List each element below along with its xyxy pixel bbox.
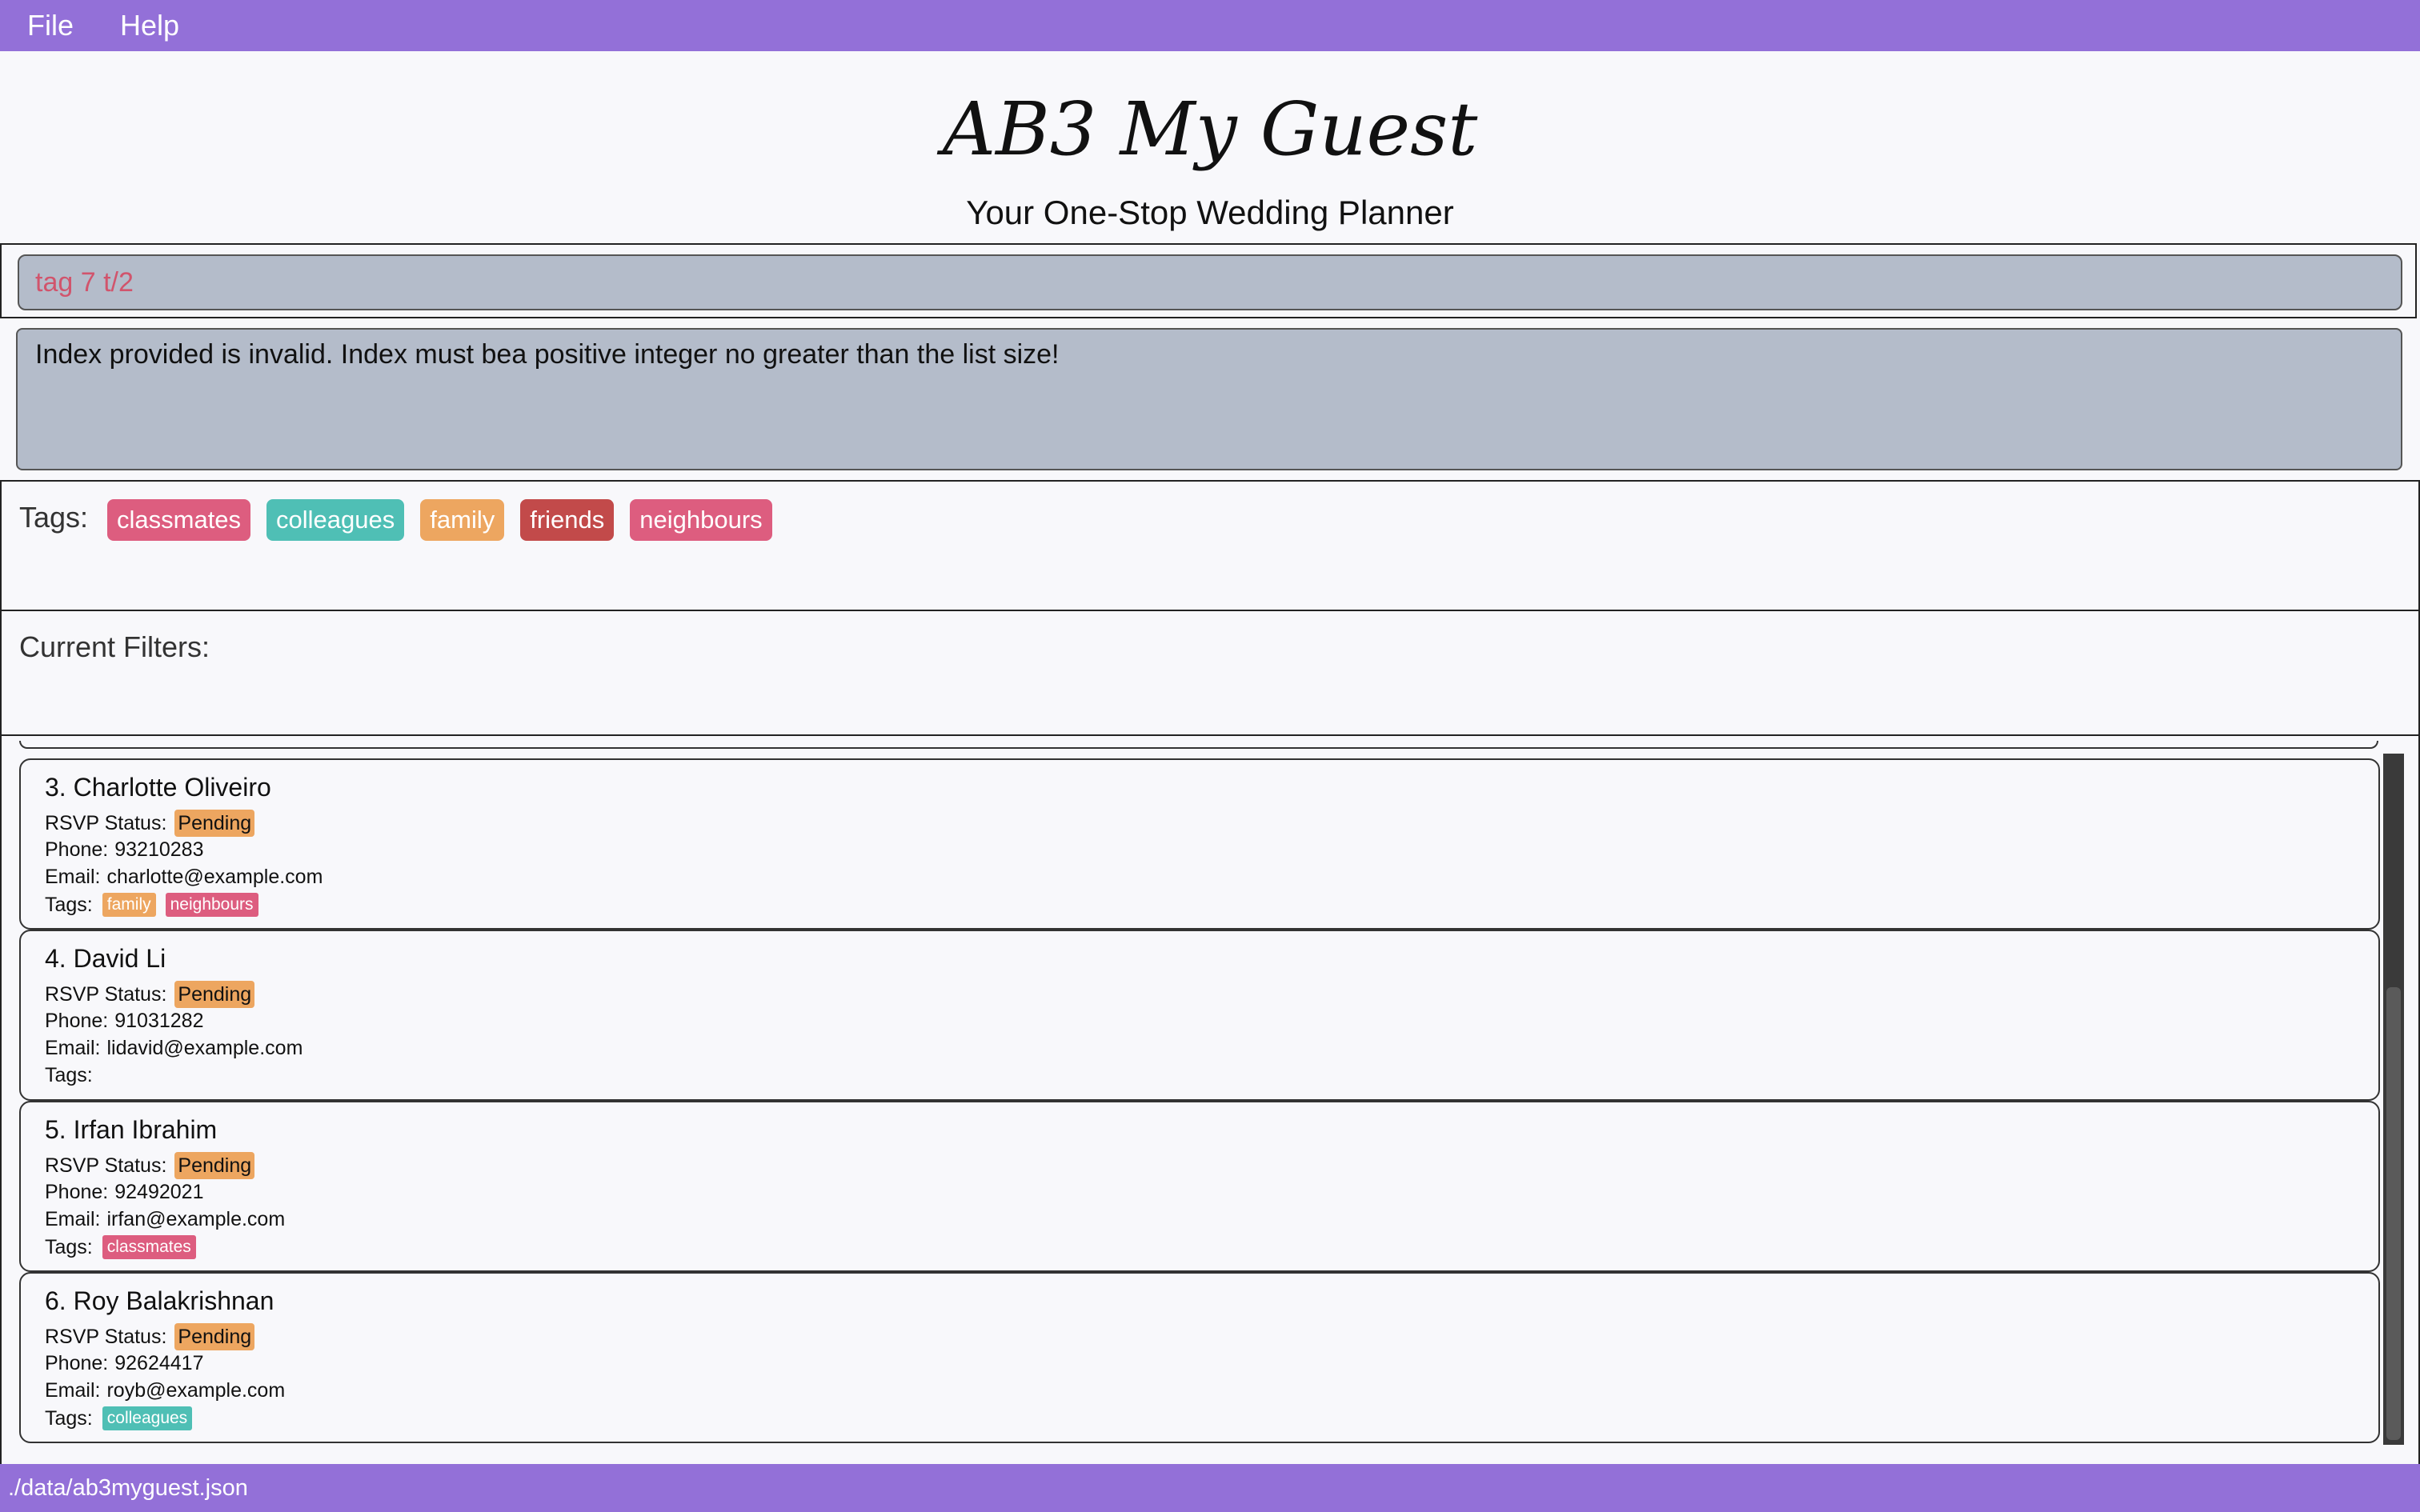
tag-chip-colleagues[interactable]: colleagues xyxy=(266,499,405,541)
filters-panel: Current Filters: xyxy=(0,610,2420,736)
tags-panel: Tags: classmates colleagues family friends n… xyxy=(0,480,2420,611)
guest-rsvp-label: RSVP Status: xyxy=(45,811,167,834)
command-input[interactable] xyxy=(18,254,2402,310)
guest-tag-classmates: classmates xyxy=(102,1235,196,1259)
tags-panel-label: Tags: xyxy=(19,501,89,534)
scrollbar-thumb[interactable] xyxy=(2386,987,2401,1440)
guest-phone: 91031282 xyxy=(114,1010,204,1032)
guest-email-row: Email: lidavid@example.com xyxy=(45,1037,302,1060)
guest-tag-family: family xyxy=(102,893,156,917)
guest-rsvp-label: RSVP Status: xyxy=(45,1154,167,1177)
guest-email-row: Email: royb@example.com xyxy=(45,1379,285,1402)
guest-email: lidavid@example.com xyxy=(106,1037,303,1059)
guest-phone: 92492021 xyxy=(114,1181,204,1203)
guest-rsvp-row: RSVP Status: Pending xyxy=(45,1152,255,1179)
guest-tags-label: Tags: xyxy=(45,1064,93,1086)
guest-email: royb@example.com xyxy=(106,1379,286,1402)
guest-tags-row: Tags: xyxy=(45,1064,93,1087)
result-box: Index provided is invalid. Index must be… xyxy=(0,318,2417,480)
guest-tags-label: Tags: xyxy=(45,1235,93,1258)
guest-rsvp-row: RSVP Status: Pending xyxy=(45,810,255,837)
guest-list-panel[interactable]: 3. Charlotte Oliveiro RSVP Status: Pending… xyxy=(0,734,2420,1464)
guest-tags-row: Tags: colleagues xyxy=(45,1406,193,1430)
guest-name: 5. Irfan Ibrahim xyxy=(45,1115,218,1144)
guest-tag-colleagues: colleagues xyxy=(102,1406,193,1430)
guest-rsvp-label: RSVP Status: xyxy=(45,982,167,1006)
menu-file[interactable]: File xyxy=(27,9,74,42)
result-display[interactable]: Index provided is invalid. Index must be… xyxy=(16,328,2402,470)
guest-card[interactable]: 3. Charlotte Oliveiro RSVP Status: Pending… xyxy=(19,758,2380,930)
guest-rsvp-label: RSVP Status: xyxy=(45,1325,167,1348)
data-file-path: ./data/ab3myguest.json xyxy=(8,1474,248,1501)
guest-email-row: Email: irfan@example.com xyxy=(45,1208,285,1231)
tag-chip-friends[interactable]: friends xyxy=(520,499,615,541)
guest-phone-row: Phone: 93210283 xyxy=(45,838,203,862)
guest-phone: 92624417 xyxy=(114,1352,204,1374)
rsvp-status-badge: Pending xyxy=(174,810,255,837)
app-title: AB3 My Guest xyxy=(942,86,1478,172)
rsvp-status-badge: Pending xyxy=(174,981,255,1008)
app-header: AB3 My Guest Your One-Stop Wedding Plann… xyxy=(0,51,2420,243)
guest-phone-label: Phone: xyxy=(45,1181,109,1203)
menu-help[interactable]: Help xyxy=(120,9,179,42)
guest-phone-row: Phone: 91031282 xyxy=(45,1010,203,1033)
guest-tags-label: Tags: xyxy=(45,893,93,916)
guest-tags-row: Tags: family neighbours xyxy=(45,893,258,917)
scrollbar-track[interactable] xyxy=(2383,754,2404,1445)
guest-email: irfan@example.com xyxy=(106,1208,286,1230)
guest-email: charlotte@example.com xyxy=(106,866,323,888)
tag-chip-neighbours[interactable]: neighbours xyxy=(630,499,772,541)
guest-tag-neighbours: neighbours xyxy=(165,893,258,917)
guest-card[interactable]: 6. Roy Balakrishnan RSVP Status: Pending Ph… xyxy=(19,1272,2380,1443)
rsvp-status-badge: Pending xyxy=(174,1323,255,1350)
guest-email-label: Email: xyxy=(45,1379,101,1402)
guest-name: 3. Charlotte Oliveiro xyxy=(45,773,271,802)
guest-email-row: Email: charlotte@example.com xyxy=(45,866,323,889)
guest-name: 6. Roy Balakrishnan xyxy=(45,1286,274,1315)
guest-email-label: Email: xyxy=(45,1208,101,1230)
guest-rsvp-row: RSVP Status: Pending xyxy=(45,1323,255,1350)
command-box xyxy=(0,243,2417,318)
tags-list: classmates colleagues family friends neighbo… xyxy=(107,499,788,541)
guest-card[interactable]: 4. David Li RSVP Status: Pending Phone: 9103… xyxy=(19,930,2380,1101)
previous-card-edge xyxy=(19,741,2378,749)
guest-card[interactable]: 5. Irfan Ibrahim RSVP Status: Pending Phone… xyxy=(19,1101,2380,1272)
guest-phone-row: Phone: 92624417 xyxy=(45,1352,203,1375)
tag-chip-family[interactable]: family xyxy=(420,499,505,541)
menu-bar: File Help xyxy=(0,0,2420,51)
guest-phone-label: Phone: xyxy=(45,1352,109,1374)
app-subtitle: Your One-Stop Wedding Planner xyxy=(966,194,1454,231)
guest-tags-label: Tags: xyxy=(45,1406,93,1430)
guest-phone: 93210283 xyxy=(114,838,204,861)
guest-tags-row: Tags: classmates xyxy=(45,1235,196,1259)
guest-email-label: Email: xyxy=(45,1037,101,1059)
status-bar: ./data/ab3myguest.json xyxy=(0,1464,2420,1512)
guest-phone-row: Phone: 92492021 xyxy=(45,1181,203,1204)
guest-name: 4. David Li xyxy=(45,944,166,973)
filters-panel-label: Current Filters: xyxy=(19,630,210,663)
rsvp-status-badge: Pending xyxy=(174,1152,255,1179)
guest-phone-label: Phone: xyxy=(45,838,109,861)
guest-email-label: Email: xyxy=(45,866,101,888)
tag-chip-classmates[interactable]: classmates xyxy=(107,499,251,541)
guest-phone-label: Phone: xyxy=(45,1010,109,1032)
guest-rsvp-row: RSVP Status: Pending xyxy=(45,981,255,1008)
